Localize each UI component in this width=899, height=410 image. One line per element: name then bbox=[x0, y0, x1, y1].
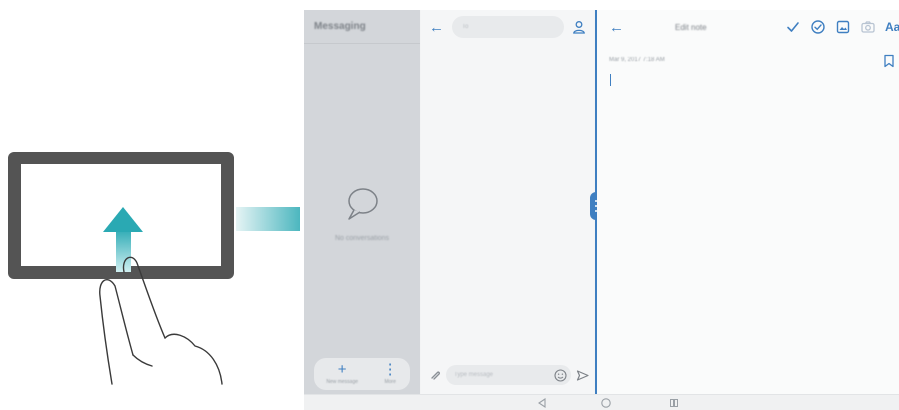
bookmark-icon[interactable] bbox=[883, 54, 895, 68]
new-message-label: New message bbox=[326, 379, 359, 385]
messaging-list-pane: Messaging No conversations + New message… bbox=[304, 10, 420, 394]
empty-state-text: No conversations bbox=[334, 235, 390, 242]
circle-check-icon[interactable] bbox=[810, 19, 826, 35]
triangle-back-icon[interactable] bbox=[536, 397, 548, 409]
text-cursor[interactable] bbox=[610, 74, 611, 86]
split-screen-illustration: Messaging No conversations + New message… bbox=[0, 0, 899, 410]
camera-icon[interactable] bbox=[860, 19, 876, 35]
conversation-header: ← To bbox=[421, 10, 594, 44]
navigation-bar bbox=[304, 394, 899, 410]
notepad-title: Edit note bbox=[675, 22, 707, 32]
gesture-illustration bbox=[8, 152, 300, 385]
tablet-screen: Messaging No conversations + New message… bbox=[304, 10, 899, 410]
right-arrow-icon bbox=[236, 207, 300, 231]
notepad-toolbar: Aa bbox=[785, 19, 899, 35]
square-recent-icon[interactable] bbox=[668, 397, 680, 409]
messaging-header: Messaging bbox=[304, 10, 420, 44]
messaging-bottom-bar: + New message ⋮ More bbox=[314, 358, 410, 390]
back-arrow-icon[interactable]: ← bbox=[609, 20, 624, 35]
conversation-pane: ← To Type message bbox=[421, 10, 594, 394]
recipient-field[interactable]: To bbox=[452, 16, 564, 38]
more-button[interactable]: ⋮ More bbox=[382, 361, 398, 385]
back-arrow-icon[interactable]: ← bbox=[429, 20, 444, 35]
speech-bubble-icon bbox=[348, 188, 378, 220]
person-icon[interactable] bbox=[572, 20, 586, 34]
smiley-icon[interactable] bbox=[554, 368, 567, 382]
recipient-placeholder: To bbox=[462, 24, 469, 30]
circle-home-icon[interactable] bbox=[600, 397, 612, 409]
more-label: More bbox=[384, 379, 396, 385]
messaging-title: Messaging bbox=[314, 21, 366, 32]
notepad-pane: ← Edit note Aa Mar 9, 2017 7:18 AM bbox=[597, 10, 899, 394]
compose-bar: Type message bbox=[429, 364, 589, 386]
note-timestamp: Mar 9, 2017 7:18 AM bbox=[609, 57, 665, 63]
font-format-button[interactable]: Aa bbox=[885, 20, 899, 34]
send-icon[interactable] bbox=[576, 369, 589, 382]
check-icon[interactable] bbox=[785, 19, 801, 35]
image-icon[interactable] bbox=[835, 19, 851, 35]
paperclip-icon[interactable] bbox=[429, 369, 441, 381]
notepad-header: ← Edit note Aa bbox=[597, 10, 899, 44]
plus-icon: + bbox=[337, 361, 347, 378]
compose-placeholder: Type message bbox=[454, 372, 494, 378]
empty-state: No conversations bbox=[304, 184, 420, 242]
new-message-button[interactable]: + New message bbox=[326, 361, 359, 385]
compose-input[interactable]: Type message bbox=[446, 365, 571, 385]
more-vertical-icon: ⋮ bbox=[382, 361, 398, 378]
